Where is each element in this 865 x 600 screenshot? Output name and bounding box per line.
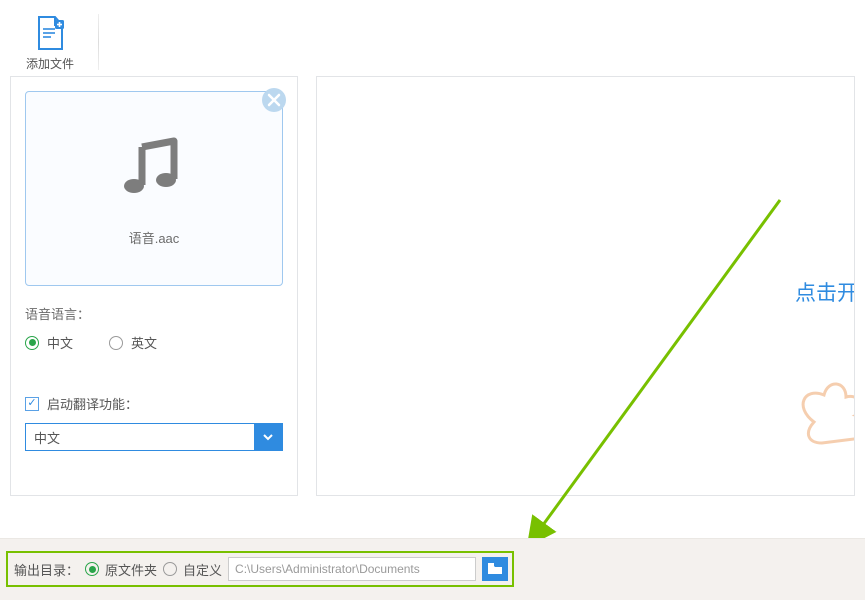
radio-label: 原文件夹 <box>105 560 157 579</box>
translate-language-select[interactable]: 中文 <box>25 423 283 451</box>
file-card[interactable]: 语音.aac <box>25 91 283 286</box>
enable-translate-row: ✓ 启动翻译功能： <box>25 394 283 413</box>
add-file-button[interactable]: 添加文件 <box>10 13 90 72</box>
language-radio-group: 中文 英文 <box>25 333 283 352</box>
radio-icon <box>85 562 99 576</box>
radio-label: 英文 <box>131 333 157 352</box>
enable-translate-label: 启动翻译功能： <box>47 394 138 413</box>
music-icon <box>118 131 190 206</box>
select-dropdown-button[interactable] <box>254 424 282 450</box>
radio-label: 自定义 <box>183 560 222 579</box>
radio-icon <box>109 336 123 350</box>
add-file-label: 添加文件 <box>26 55 74 72</box>
toolbar: 添加文件 <box>0 0 865 76</box>
enable-translate-checkbox[interactable]: ✓ <box>25 397 39 411</box>
close-icon <box>261 87 287 113</box>
output-directory-bar: 输出目录： 原文件夹 自定义 <box>6 551 514 587</box>
language-section-label: 语音语言： <box>25 304 283 323</box>
output-path-input[interactable] <box>228 557 476 581</box>
output-label: 输出目录： <box>14 560 79 579</box>
folder-icon <box>487 562 503 576</box>
chevron-down-icon <box>261 430 275 444</box>
main-area: 语音.aac 语音语言： 中文 英文 ✓ 启动翻译功能： 中文 <box>0 76 865 496</box>
radio-icon <box>163 562 177 576</box>
browse-folder-button[interactable] <box>482 557 508 581</box>
toolbar-divider <box>98 14 99 70</box>
file-name-label: 语音.aac <box>129 228 180 247</box>
preview-hint-text: 点击开 <box>795 277 855 307</box>
language-radio-english[interactable]: 英文 <box>109 333 157 352</box>
settings-panel: 语音.aac 语音语言： 中文 英文 ✓ 启动翻译功能： 中文 <box>10 76 298 496</box>
add-file-icon <box>33 13 67 53</box>
output-radio-custom[interactable]: 自定义 <box>163 560 222 579</box>
output-radio-original[interactable]: 原文件夹 <box>85 560 157 579</box>
hand-pointer-icon <box>784 367 855 460</box>
select-value: 中文 <box>26 424 254 450</box>
footer-area: 输出目录： 原文件夹 自定义 <box>0 538 865 600</box>
remove-file-button[interactable] <box>261 87 287 116</box>
radio-icon <box>25 336 39 350</box>
radio-label: 中文 <box>47 333 73 352</box>
preview-panel: 点击开 <box>316 76 855 496</box>
language-radio-chinese[interactable]: 中文 <box>25 333 73 352</box>
